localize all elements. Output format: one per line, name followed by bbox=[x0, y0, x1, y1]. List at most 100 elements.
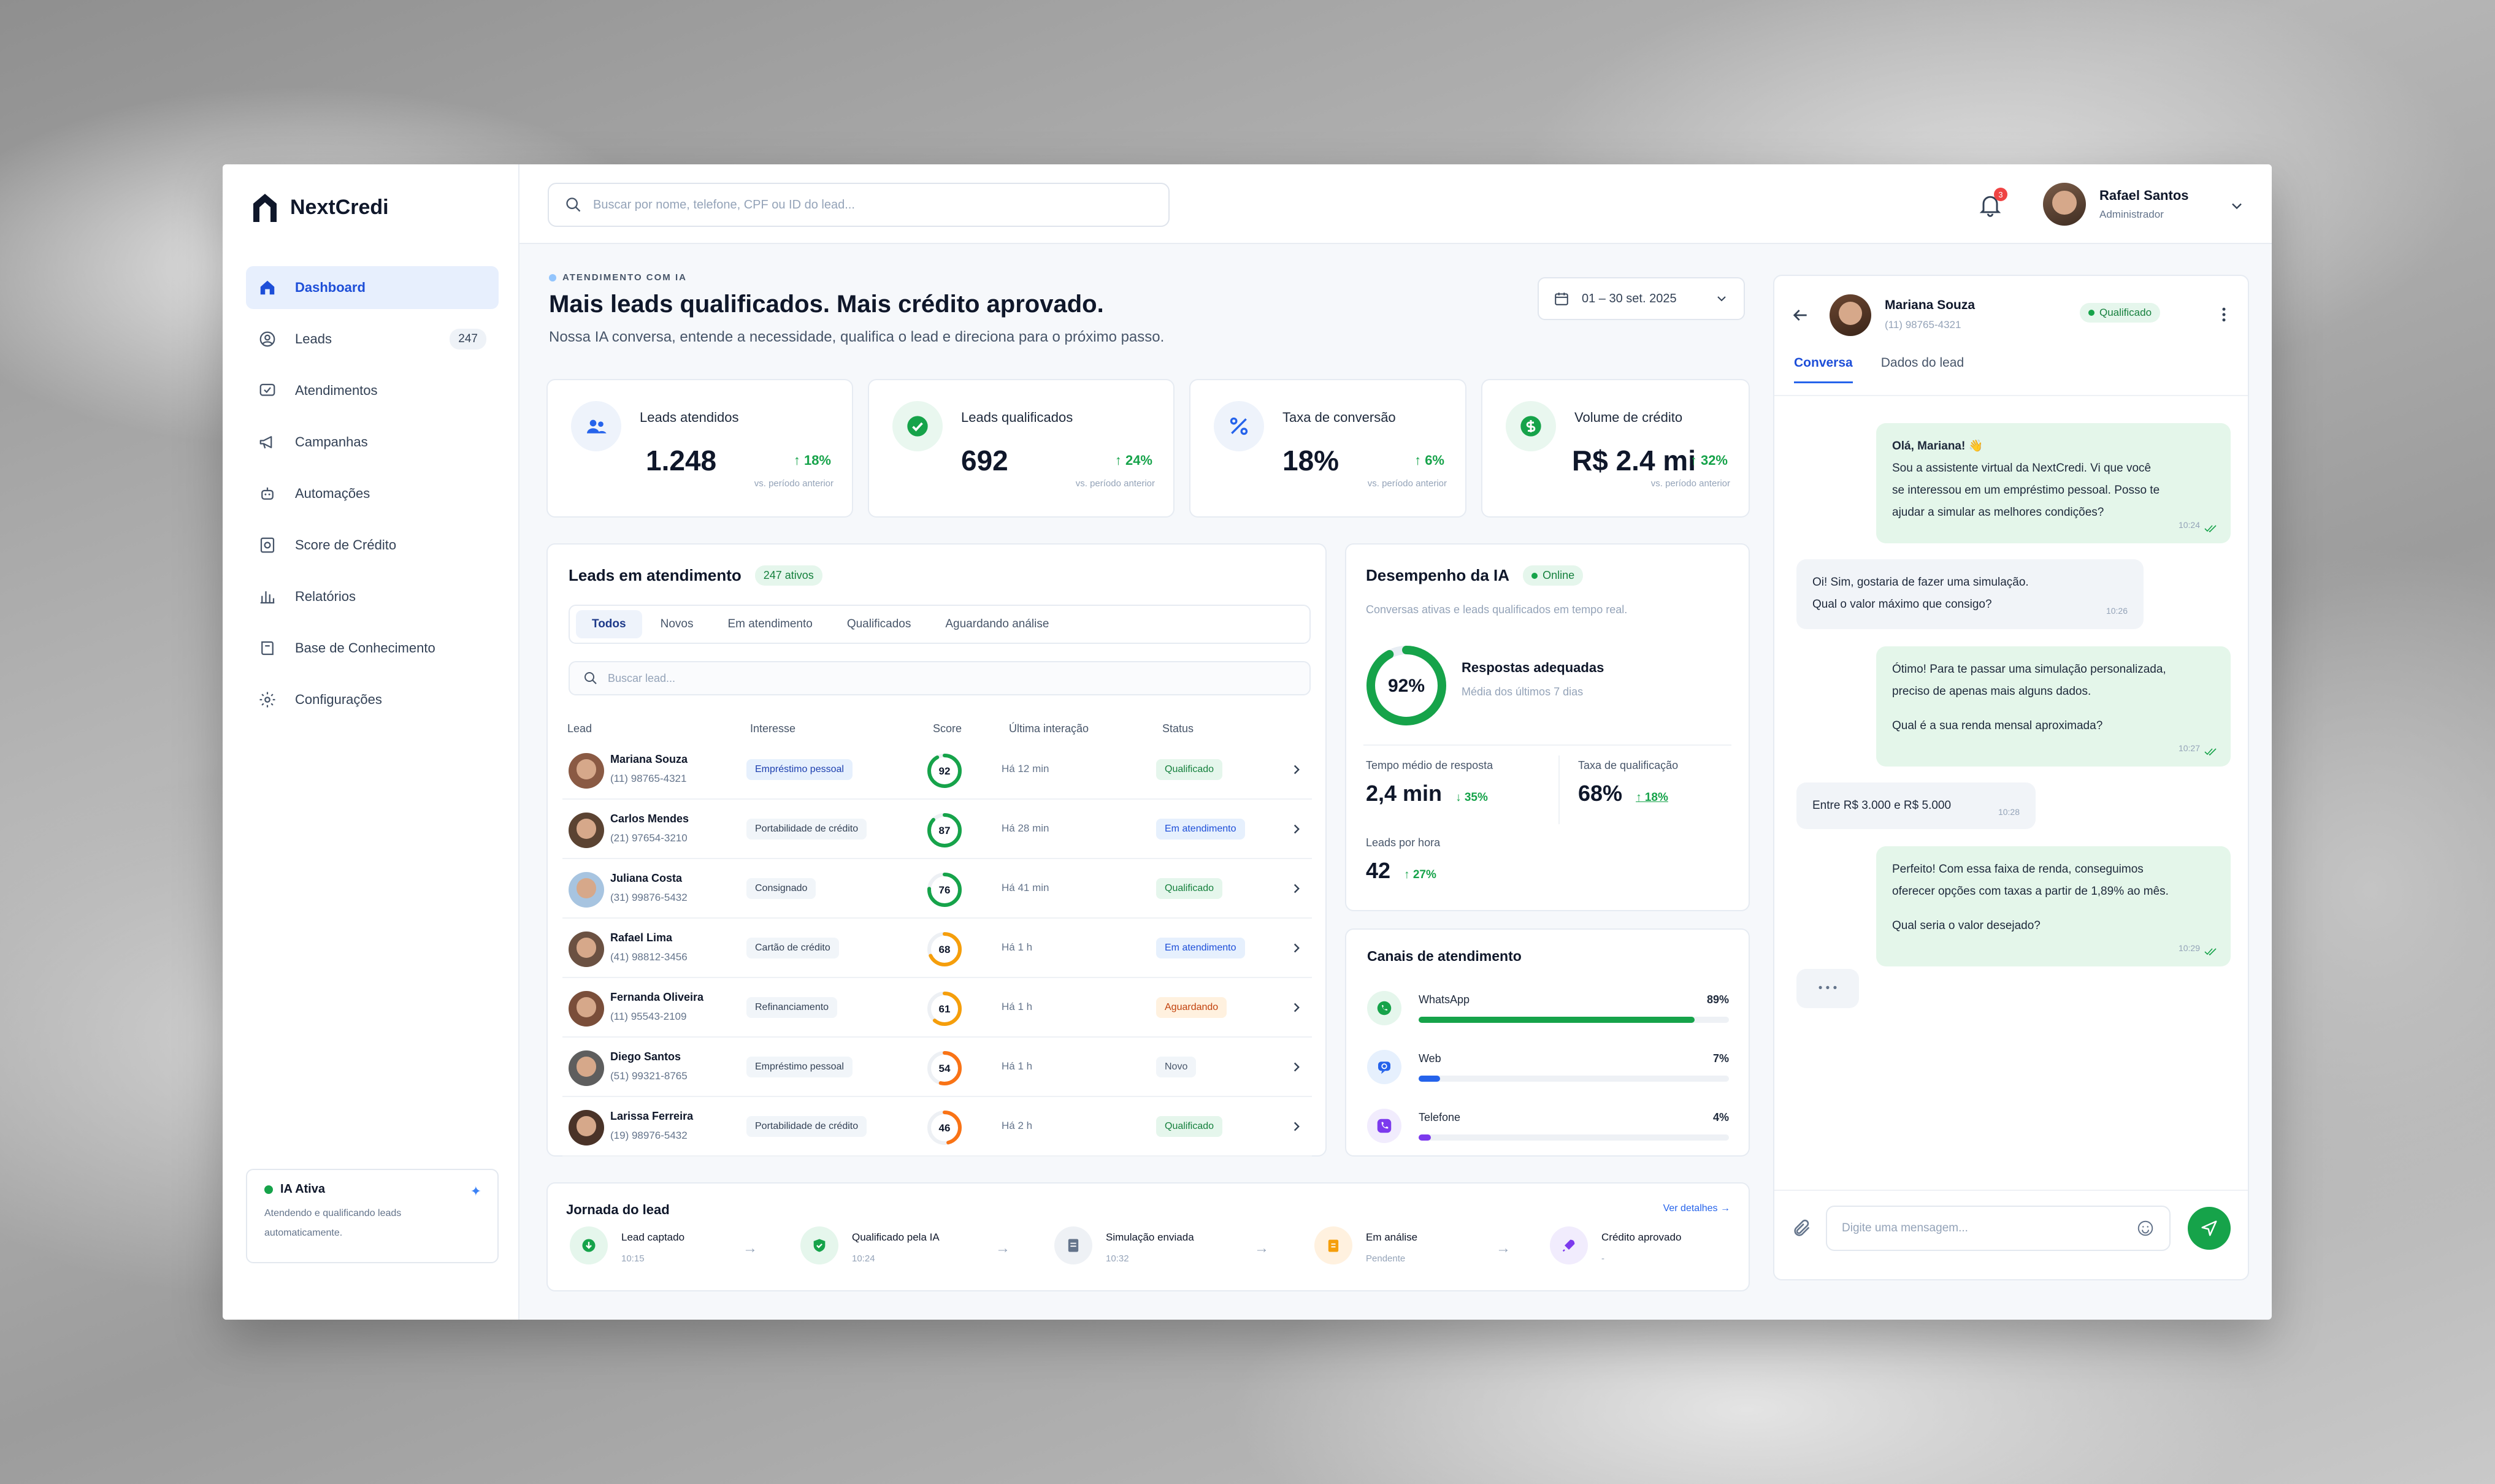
sidebar-item-configuracoes[interactable]: Configurações bbox=[246, 678, 499, 721]
lead-name: Larissa Ferreira bbox=[610, 1110, 694, 1122]
online-badge: Online bbox=[1523, 565, 1584, 586]
chevron-right-icon[interactable] bbox=[1289, 1000, 1305, 1015]
journey-details-link[interactable]: Ver detalhes → bbox=[1663, 1203, 1730, 1214]
more-vertical-icon[interactable] bbox=[2215, 305, 2233, 324]
col-status: Status bbox=[1162, 722, 1194, 735]
chevron-right-icon[interactable] bbox=[1289, 821, 1305, 837]
score-value: 61 bbox=[939, 1003, 951, 1015]
tab-novos[interactable]: Novos bbox=[645, 610, 710, 638]
chevron-right-icon[interactable] bbox=[1289, 1059, 1305, 1075]
lead-phone: (21) 97654-3210 bbox=[610, 832, 688, 844]
message-bubble-incoming: Oi! Sim, gostaria de fazer uma simulação… bbox=[1796, 559, 2144, 629]
leads-title: Leads em atendimento bbox=[569, 566, 742, 584]
avatar bbox=[569, 931, 604, 967]
status-badge: Em atendimento bbox=[1156, 938, 1245, 958]
tab-aguardando-analise[interactable]: Aguardando análise bbox=[929, 610, 1065, 638]
phone-icon bbox=[1377, 1119, 1392, 1133]
sidebar-item-dashboard[interactable]: Dashboard bbox=[246, 266, 499, 309]
table-row[interactable]: Carlos Mendes (21) 97654-3210 Portabilidad… bbox=[562, 800, 1312, 859]
message-line: oferecer opções com taxas a partir de 1,… bbox=[1892, 885, 2169, 898]
table-row[interactable]: Juliana Costa (31) 99876-5432 Consignado 76… bbox=[562, 860, 1312, 919]
journey-step-title: Crédito aprovado bbox=[1601, 1231, 1682, 1243]
message-bubble-outgoing: Ótimo! Para te passar uma simulação pers… bbox=[1876, 646, 2231, 767]
channel-percent: 4% bbox=[1712, 1111, 1729, 1123]
global-search[interactable]: Buscar por nome, telefone, CPF ou ID do … bbox=[548, 183, 1170, 227]
tab-conversa[interactable]: Conversa bbox=[1794, 356, 1853, 383]
sidebar-item-leads[interactable]: Leads 247 bbox=[246, 318, 499, 361]
table-row[interactable]: Fernanda Oliveira (11) 95543-2109 Refinanc… bbox=[562, 979, 1312, 1038]
dollar-icon bbox=[1520, 416, 1541, 437]
chat-panel: Mariana Souza (11) 98765-4321 Qualificad… bbox=[1773, 275, 2249, 1280]
emoji-icon[interactable] bbox=[2136, 1219, 2155, 1237]
channel-name: WhatsApp bbox=[1419, 993, 1470, 1006]
page-subtitle: Nossa IA conversa, entende a necessidade… bbox=[549, 329, 1165, 345]
message-line: Sou a assistente virtual da NextCredi. V… bbox=[1892, 462, 2152, 475]
chat-tabs: Conversa Dados do lead bbox=[1794, 356, 1964, 383]
date-range-value: 01 – 30 set. 2025 bbox=[1582, 291, 1677, 305]
table-row[interactable]: Mariana Souza (11) 98765-4321 Empréstimo p… bbox=[562, 741, 1312, 800]
score-ring: 61 bbox=[927, 992, 962, 1026]
kpi-card-leads-atendidos[interactable]: Leads atendidos 1.248 ↑ 18% vs. período ant… bbox=[546, 379, 853, 518]
score-ring: 54 bbox=[927, 1051, 962, 1085]
channel-bar-track bbox=[1419, 1017, 1729, 1023]
kpi-delta: ↑ 24% bbox=[1114, 453, 1152, 468]
status-badge: Qualificado bbox=[1156, 759, 1223, 780]
avatar bbox=[569, 872, 604, 908]
brand[interactable]: NextCredi bbox=[251, 191, 389, 223]
home-icon bbox=[260, 280, 275, 295]
table-row[interactable]: Larissa Ferreira (19) 98976-5432 Portabili… bbox=[562, 1098, 1312, 1157]
sidebar-item-campanhas[interactable]: Campanhas bbox=[246, 421, 499, 464]
topbar: Buscar por nome, telefone, CPF ou ID do … bbox=[519, 164, 2272, 244]
interest-tag: Cartão de crédito bbox=[746, 938, 839, 958]
score-ring: 92 bbox=[927, 754, 962, 788]
chevron-right-icon[interactable] bbox=[1289, 940, 1305, 956]
message-line: Oi! Sim, gostaria de fazer uma simulação… bbox=[1812, 576, 2029, 589]
message-input[interactable]: Digite uma mensagem... bbox=[1826, 1206, 2171, 1251]
kpi-icon bbox=[1506, 401, 1556, 451]
user-menu[interactable]: Rafael Santos Administrador bbox=[2043, 183, 2189, 226]
chevron-right-icon[interactable] bbox=[1289, 762, 1305, 778]
paperclip-icon[interactable] bbox=[1792, 1218, 1812, 1239]
tab-dados-do-lead[interactable]: Dados do lead bbox=[1881, 356, 1964, 383]
date-range-picker[interactable]: 01 – 30 set. 2025 bbox=[1538, 277, 1745, 320]
sidebar-item-relatorios[interactable]: Relatórios bbox=[246, 575, 499, 618]
score-value: 92 bbox=[939, 765, 951, 777]
lead-search-input[interactable]: Buscar lead... bbox=[608, 672, 675, 685]
sidebar-item-atendimentos[interactable]: Atendimentos bbox=[246, 369, 499, 412]
journey-step-simulacao-enviada: Simulação enviada 10:32 bbox=[1054, 1226, 1194, 1264]
message-time: 10:24 bbox=[2178, 520, 2200, 530]
table-row[interactable]: Diego Santos (51) 99321-8765 Empréstimo pe… bbox=[562, 1038, 1312, 1097]
sidebar-item-automacoes[interactable]: Automações bbox=[246, 472, 499, 515]
search-input[interactable]: Buscar por nome, telefone, CPF ou ID do … bbox=[593, 198, 855, 212]
back-arrow-icon[interactable] bbox=[1790, 305, 1810, 325]
tab-qualificados[interactable]: Qualificados bbox=[831, 610, 927, 638]
sidebar-item-score-de-credito[interactable]: Score de Crédito bbox=[246, 524, 499, 567]
lead-search[interactable]: Buscar lead... bbox=[569, 661, 1311, 695]
interest-tag: Refinanciamento bbox=[746, 997, 838, 1018]
score-ring: 68 bbox=[927, 932, 962, 966]
kpi-card-taxa-de-conversao[interactable]: Taxa de conversão 18% ↑ 6% vs. período ante… bbox=[1189, 379, 1466, 518]
brand-name: NextCredi bbox=[290, 195, 389, 219]
sidebar-item-base-de-conhecimento[interactable]: Base de Conhecimento bbox=[246, 627, 499, 670]
lead-name: Rafael Lima bbox=[610, 931, 673, 944]
tab-em-atendimento[interactable]: Em atendimento bbox=[711, 610, 828, 638]
col-last-interaction: Última interação bbox=[1009, 722, 1089, 735]
chat-header: Mariana Souza (11) 98765-4321 Qualificad… bbox=[1774, 276, 2248, 353]
interest-tag: Empréstimo pessoal bbox=[746, 759, 853, 780]
ia-status-card[interactable]: IA Ativa Atendendo e qualificando leads … bbox=[246, 1169, 499, 1263]
chevron-down-icon[interactable] bbox=[2228, 197, 2245, 215]
message-bubble-outgoing: Perfeito! Com essa faixa de renda, conse… bbox=[1876, 846, 2231, 966]
interest-tag: Portabilidade de crédito bbox=[746, 1116, 867, 1137]
tab-todos[interactable]: Todos bbox=[576, 610, 642, 638]
kpi-card-leads-qualificados[interactable]: Leads qualificados 692 ↑ 24% vs. período an… bbox=[868, 379, 1175, 518]
kpi-value: 692 bbox=[961, 445, 1008, 476]
megaphone-icon bbox=[259, 436, 272, 449]
gear-icon bbox=[259, 692, 275, 708]
table-row[interactable]: Rafael Lima (41) 98812-3456 Cartão de créd… bbox=[562, 919, 1312, 978]
chevron-right-icon[interactable] bbox=[1289, 1119, 1305, 1134]
send-button[interactable] bbox=[2188, 1207, 2231, 1250]
kpi-card-volume-de-credito[interactable]: Volume de crédito R$ 2.4 mi ↑ 32% vs. perío… bbox=[1481, 379, 1750, 518]
message-line: Qual seria o valor desejado? bbox=[1892, 919, 2041, 932]
status-badge: Novo bbox=[1156, 1057, 1197, 1077]
chevron-right-icon[interactable] bbox=[1289, 881, 1305, 897]
